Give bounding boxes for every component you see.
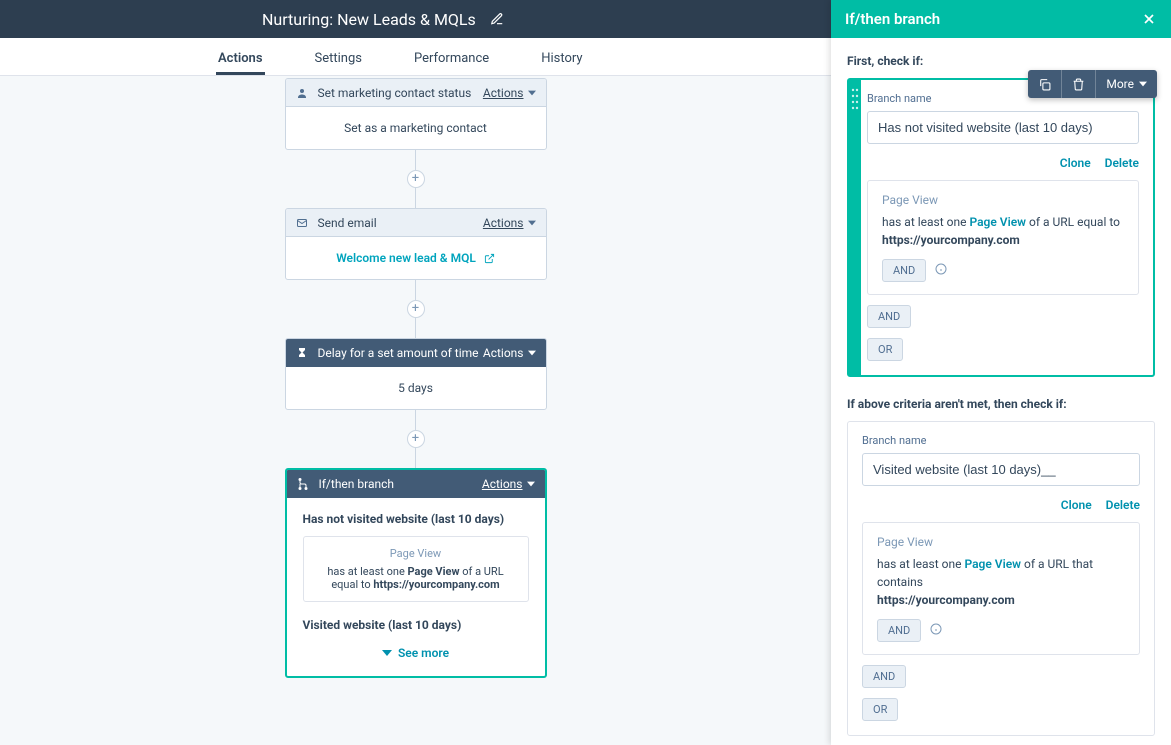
branch-editor-2: Branch name Clone Delete Page View has a…: [847, 421, 1155, 736]
connector: [415, 318, 416, 338]
delete-link[interactable]: Delete: [1106, 498, 1140, 512]
close-icon[interactable]: [1141, 11, 1157, 27]
criteria-text: has at least one Page View of a URL equa…: [882, 213, 1124, 249]
card-body: Has not visited website (last 10 days) P…: [287, 498, 545, 676]
email-link[interactable]: Welcome new lead & MQL: [336, 251, 476, 265]
clone-button[interactable]: Clone: [1061, 498, 1092, 512]
tab-history[interactable]: History: [539, 40, 584, 75]
criteria-category: Page View: [882, 193, 1124, 207]
info-icon[interactable]: [930, 623, 942, 635]
inner-and-button[interactable]: AND: [882, 259, 926, 282]
criteria-text: has at least one Page View of a URL that…: [877, 555, 1125, 609]
card-title: Send email: [318, 216, 483, 230]
criteria-box[interactable]: Page View has at least one Page View of …: [862, 522, 1140, 655]
or-button[interactable]: OR: [867, 338, 903, 361]
card-delay[interactable]: Delay for a set amount of time Actions 5…: [285, 338, 547, 410]
card-header: Delay for a set amount of time Actions: [286, 339, 546, 367]
page-view-link[interactable]: Page View: [969, 215, 1026, 229]
connector: [415, 410, 416, 430]
workflow-title: Nurturing: New Leads & MQLs: [262, 10, 476, 29]
add-step-button[interactable]: +: [407, 170, 425, 188]
card-if-then-branch[interactable]: If/then branch Actions Has not visited w…: [285, 468, 547, 678]
delete-link[interactable]: Delete: [1105, 156, 1139, 170]
workflow-flow: Set marketing contact status Actions Set…: [285, 78, 547, 678]
edit-title-icon[interactable]: [490, 12, 504, 26]
card-actions-menu[interactable]: Actions: [483, 86, 536, 100]
add-step-button[interactable]: +: [407, 300, 425, 318]
info-icon[interactable]: [935, 263, 947, 275]
and-button[interactable]: AND: [867, 305, 911, 328]
page-view-link[interactable]: Page View: [964, 557, 1021, 571]
card-title: Delay for a set amount of time: [318, 346, 483, 360]
branch-1-title: Has not visited website (last 10 days): [303, 512, 529, 526]
connector: [415, 188, 416, 208]
connector: [415, 150, 416, 170]
side-panel-body: First, check if: Branch name Clone Delet…: [831, 38, 1171, 745]
card-send-email[interactable]: Send email Actions Welcome new lead & MQ…: [285, 208, 547, 280]
workflow-canvas[interactable]: Set marketing contact status Actions Set…: [0, 76, 831, 745]
more-menu[interactable]: More: [1096, 70, 1157, 98]
card-title: If/then branch: [319, 477, 482, 491]
card-header: Set marketing contact status Actions: [286, 79, 546, 107]
criteria-category: Page View: [877, 535, 1125, 549]
card-body: Welcome new lead & MQL: [286, 237, 546, 279]
branch-2-title: Visited website (last 10 days): [303, 618, 529, 632]
first-check-label: First, check if:: [847, 54, 1155, 68]
branch-name-input[interactable]: [867, 111, 1139, 144]
hourglass-icon: [296, 347, 310, 359]
criteria-box[interactable]: Page View has at least one Page View of …: [867, 180, 1139, 295]
or-button[interactable]: OR: [862, 698, 898, 721]
side-panel-title: If/then branch: [845, 10, 940, 28]
branch-icon: [297, 478, 311, 490]
delete-button[interactable]: [1062, 70, 1096, 98]
connector: [415, 448, 416, 468]
filter-summary[interactable]: Page View has at least one Page View of …: [303, 536, 529, 602]
card-body: Set as a marketing contact: [286, 107, 546, 149]
tab-performance[interactable]: Performance: [412, 40, 491, 75]
card-actions-menu[interactable]: Actions: [482, 477, 535, 491]
page-view-label: Page View: [316, 547, 516, 560]
card-title: Set marketing contact status: [318, 86, 483, 100]
card-set-marketing-status[interactable]: Set marketing contact status Actions Set…: [285, 78, 547, 150]
add-step-button[interactable]: +: [407, 430, 425, 448]
card-actions-menu[interactable]: Actions: [483, 216, 536, 230]
email-icon: [296, 217, 310, 229]
connector: [415, 280, 416, 300]
branch-editor-1: Branch name Clone Delete Page View has a…: [847, 78, 1155, 377]
tab-settings[interactable]: Settings: [313, 40, 364, 75]
else-check-label: If above criteria aren't met, then check…: [847, 397, 1155, 411]
copy-button[interactable]: [1028, 70, 1062, 98]
branch-toolbar: More: [1028, 70, 1157, 98]
clone-button[interactable]: Clone: [1060, 156, 1091, 170]
card-header: Send email Actions: [286, 209, 546, 237]
and-button[interactable]: AND: [862, 665, 906, 688]
inner-and-button[interactable]: AND: [877, 619, 921, 642]
contact-icon: [296, 87, 310, 99]
tab-actions[interactable]: Actions: [216, 40, 265, 75]
card-actions-menu[interactable]: Actions: [483, 346, 536, 360]
branch-name-input[interactable]: [862, 453, 1140, 486]
drag-handle-icon[interactable]: [849, 80, 861, 375]
side-panel-header: If/then branch: [831, 0, 1171, 38]
see-more-button[interactable]: See more: [303, 646, 529, 660]
branch-name-label: Branch name: [862, 434, 1140, 447]
external-link-icon: [484, 253, 495, 264]
side-panel: If/then branch More First, check if: Bra…: [831, 0, 1171, 745]
card-header: If/then branch Actions: [287, 470, 545, 498]
card-body: 5 days: [286, 367, 546, 409]
